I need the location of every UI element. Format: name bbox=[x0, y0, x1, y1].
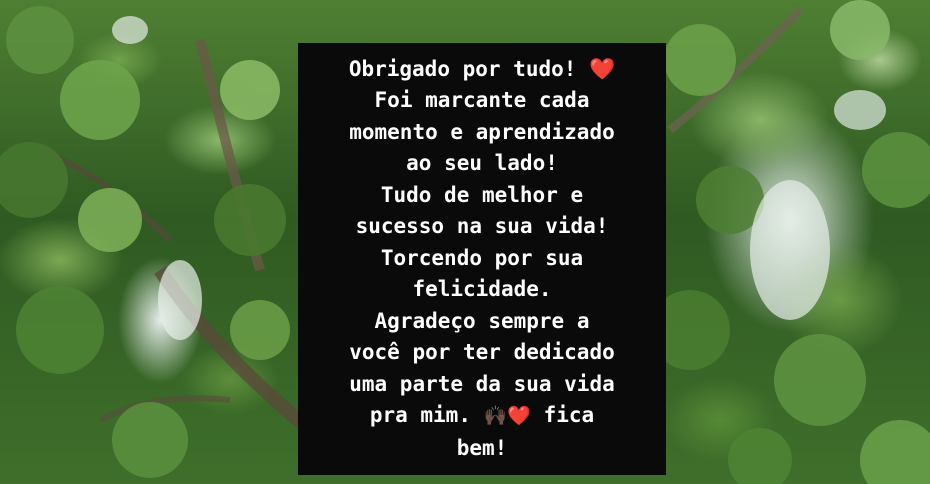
message-line: você por ter dedicado bbox=[349, 340, 615, 365]
message-line: felicidade. bbox=[412, 277, 552, 302]
message-line: Obrigado por tudo! ❤️ bbox=[348, 56, 616, 81]
message-line: Torcendo por sua bbox=[380, 245, 584, 270]
raised-hands-heart-emoji-icon: 🙌🏿❤️ bbox=[483, 405, 531, 428]
message-line: ao seu lado! bbox=[406, 151, 558, 176]
message-line: sucesso na sua vida! bbox=[355, 214, 609, 239]
story-text-card: Obrigado por tudo! ❤️ Foi marcante cada … bbox=[298, 43, 666, 475]
message-line: momento e aprendizado bbox=[349, 119, 615, 144]
message-line: uma parte da sua vida bbox=[349, 371, 615, 396]
story-background-photo: Obrigado por tudo! ❤️ Foi marcante cada … bbox=[0, 0, 930, 484]
message-line: Tudo de melhor e bbox=[380, 182, 584, 207]
message-line: Agradeço sempre a bbox=[374, 308, 590, 333]
message-line: bem! bbox=[456, 435, 508, 460]
story-message: Obrigado por tudo! ❤️ Foi marcante cada … bbox=[343, 54, 621, 465]
message-line: Foi marcante cada bbox=[374, 88, 590, 113]
message-line: pra mim. 🙌🏿❤️ fica bbox=[369, 403, 595, 428]
red-heart-emoji-icon: ❤️ bbox=[589, 56, 616, 81]
